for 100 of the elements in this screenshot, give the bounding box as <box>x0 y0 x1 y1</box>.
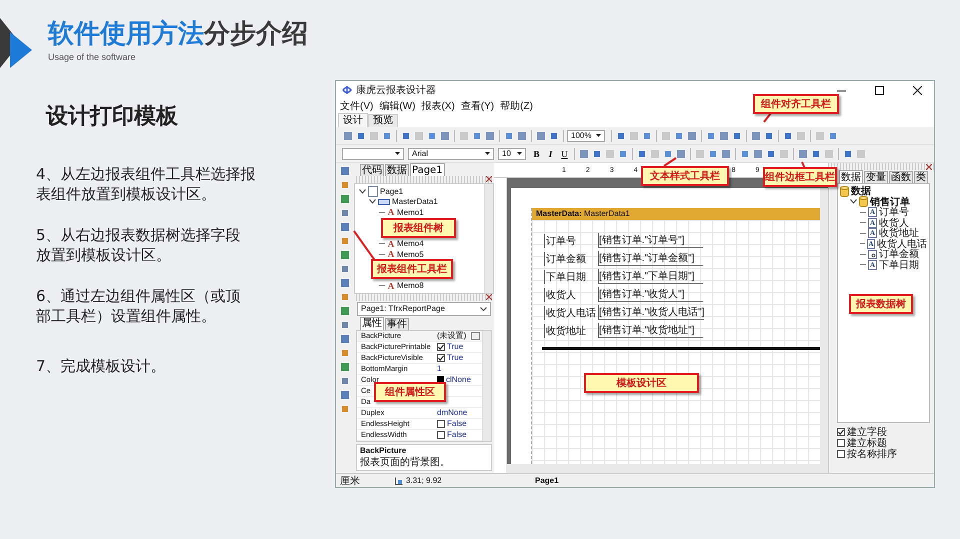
toolbar-button[interactable] <box>339 291 351 303</box>
property-value[interactable]: clNone <box>446 375 471 384</box>
toolbar-button[interactable] <box>339 277 351 289</box>
mode-tab[interactable]: 预览 <box>368 114 398 127</box>
toolbar-button[interactable] <box>439 130 451 142</box>
checkbox[interactable] <box>437 342 445 351</box>
text-style-button[interactable]: I <box>544 147 557 160</box>
scrollbar[interactable] <box>484 184 493 293</box>
toolbar-button[interactable] <box>675 148 687 160</box>
data-tab[interactable]: 类 <box>914 171 928 183</box>
checkbox[interactable] <box>837 428 845 436</box>
scrollbar[interactable] <box>506 464 828 473</box>
tree-item[interactable]: Memo4 <box>397 239 424 248</box>
toolbar-button[interactable] <box>750 130 762 142</box>
menu-item[interactable]: 帮助(Z) <box>500 99 533 113</box>
field-expression[interactable]: [销售订单."订单金额"] <box>598 251 703 266</box>
toolbar-button[interactable] <box>578 148 590 160</box>
tree-item[interactable]: 数据 <box>851 184 871 198</box>
toolbar-button[interactable] <box>339 333 351 345</box>
field-expression[interactable]: [销售订单."收货人电话"] <box>598 305 704 320</box>
browse-button[interactable] <box>471 332 480 340</box>
checkbox[interactable] <box>837 450 845 458</box>
maximize-icon <box>874 86 884 94</box>
toolbar-button[interactable] <box>339 347 351 359</box>
field-caption[interactable]: 收货地址 <box>544 324 598 338</box>
tree-item[interactable]: 订单号 <box>879 205 909 220</box>
inspector-tab[interactable]: 事件 <box>385 318 409 330</box>
page-tab[interactable]: Page1 <box>410 163 445 176</box>
tree-item[interactable]: Memo8 <box>397 281 424 290</box>
toolbar-button[interactable] <box>342 130 354 142</box>
toolbar-button[interactable] <box>339 249 351 261</box>
data-tab[interactable]: 变量 <box>864 171 888 183</box>
checkbox[interactable] <box>437 430 445 439</box>
page-tab[interactable]: 数据 <box>385 164 409 176</box>
tree-item[interactable]: MasterData1 <box>392 197 438 206</box>
toolbar-button[interactable] <box>720 148 732 160</box>
field-expression[interactable]: [销售订单."订单号"] <box>598 233 703 248</box>
checkbox[interactable] <box>437 354 445 362</box>
object-selector[interactable]: Page1: TfrxReportPage <box>357 302 491 316</box>
toolbar-button[interactable] <box>339 193 351 205</box>
property-value[interactable]: dmNone <box>437 408 468 418</box>
section-title: 设计打印模板 <box>46 103 179 131</box>
field-caption[interactable]: 收货人电话 <box>544 306 598 320</box>
menu-item[interactable]: 查看(Y) <box>460 99 494 113</box>
text-style-button[interactable]: B <box>530 147 543 160</box>
menu-item[interactable]: 报表(X) <box>421 99 455 113</box>
text-style-button[interactable]: U <box>558 147 571 160</box>
toolbar-button[interactable] <box>339 221 351 233</box>
property-value[interactable]: True <box>447 353 464 362</box>
style-dropdown[interactable] <box>342 148 404 160</box>
property-value[interactable]: True <box>447 342 464 352</box>
toolbar-button[interactable] <box>339 375 351 387</box>
toolbar-button[interactable] <box>339 319 351 331</box>
toolbar-button[interactable] <box>339 305 351 317</box>
toolbar-button[interactable] <box>752 148 764 160</box>
toolbar-button[interactable] <box>516 130 528 142</box>
zoom-dropdown[interactable]: 100% <box>567 130 605 142</box>
toolbar-button[interactable] <box>339 263 351 275</box>
checkbox-label: 按名称排序 <box>847 448 897 460</box>
font-dropdown[interactable]: Arial <box>408 148 494 160</box>
toolbar-button[interactable] <box>718 130 730 142</box>
toolbar-button[interactable] <box>339 207 351 219</box>
mode-tab[interactable]: 设计 <box>338 113 368 127</box>
data-tab[interactable]: 数据 <box>839 170 863 183</box>
field-caption[interactable]: 下单日期 <box>544 270 598 284</box>
toolbar-button[interactable] <box>339 235 351 247</box>
menu-item[interactable]: 编辑(W) <box>379 99 416 113</box>
property-value[interactable]: False <box>447 430 467 440</box>
toolbar-button[interactable] <box>339 389 351 401</box>
inspector-tab[interactable]: 属性 <box>360 316 384 330</box>
toolbar-button[interactable] <box>339 165 351 177</box>
property-value[interactable]: 1 <box>437 364 442 374</box>
field-expression[interactable]: [销售订单."收货人"] <box>598 287 703 302</box>
toolbar-button[interactable] <box>339 403 351 415</box>
toolbar-button[interactable] <box>686 130 698 142</box>
property-value[interactable]: False <box>447 419 467 428</box>
tree-item[interactable]: Memo1 <box>397 208 424 217</box>
font-size-dropdown[interactable]: 10 <box>498 148 526 160</box>
toolbar-button[interactable] <box>535 130 547 142</box>
checkbox[interactable] <box>837 438 845 446</box>
property-value[interactable]: (未设置) <box>437 330 466 342</box>
tree-item[interactable]: Page1 <box>380 186 404 196</box>
field-caption[interactable]: 订单号 <box>544 234 598 248</box>
toolbar-button[interactable] <box>339 361 351 373</box>
data-tab[interactable]: 函数 <box>889 171 913 183</box>
checkbox[interactable] <box>437 420 445 428</box>
field-caption[interactable]: 收货人 <box>544 288 598 302</box>
field-caption[interactable]: 订单金额 <box>544 252 598 266</box>
scrollbar[interactable] <box>820 188 828 464</box>
field-expression[interactable]: [销售订单."收货地址"] <box>598 323 703 338</box>
field-expression[interactable]: [销售订单."下单日期"] <box>598 269 703 284</box>
slide-title: 软件使用方法分步介绍 <box>48 18 308 50</box>
scrollbar[interactable] <box>482 330 491 442</box>
page-tab[interactable]: 代码 <box>360 164 384 176</box>
menu-item[interactable]: 文件(V) <box>340 99 374 113</box>
tree-item[interactable]: Memo5 <box>397 250 424 259</box>
tree-item[interactable]: 下单日期 <box>879 258 919 272</box>
toolbar-button[interactable] <box>339 179 351 191</box>
toolbar-button[interactable] <box>797 148 809 160</box>
toolbar-button[interactable] <box>484 130 496 142</box>
